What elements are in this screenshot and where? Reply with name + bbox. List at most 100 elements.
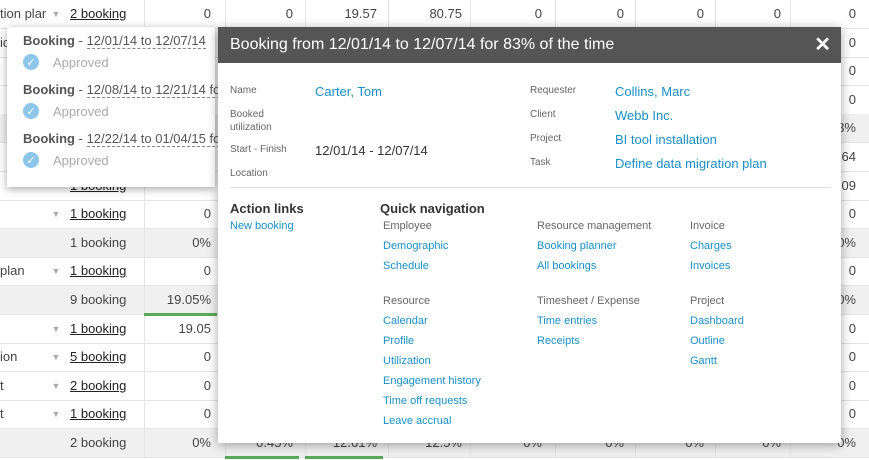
client-value[interactable]: Webb Inc. — [615, 108, 673, 123]
booking-details-popup: Booking from 12/01/14 to 12/07/14 for 83… — [218, 27, 841, 443]
chevron-down-icon[interactable]: ▼ — [50, 200, 62, 228]
quick-navigation-heading: Quick navigation — [380, 201, 485, 216]
value-cell: 0 — [790, 0, 862, 28]
booking-entry-dates[interactable]: 12/22/14 to 01/04/15 fo — [86, 131, 221, 147]
booking-entry-title: Booking — [23, 82, 75, 97]
booking-count: 9 booking — [70, 292, 127, 307]
requester-value[interactable]: Collins, Marc — [615, 84, 690, 99]
outline-link[interactable]: Outline — [690, 335, 725, 347]
check-circle-icon: ✓ — [23, 103, 39, 119]
check-circle-icon: ✓ — [23, 152, 39, 168]
chevron-down-icon[interactable]: ▼ — [50, 400, 62, 428]
invoices-link[interactable]: Invoices — [690, 260, 730, 272]
utilization-link[interactable]: Utilization — [383, 355, 431, 367]
row-name: plan — [0, 263, 25, 279]
booked-label: Booked — [230, 109, 264, 120]
project-value[interactable]: BI tool installation — [615, 132, 717, 147]
profile-link[interactable]: Profile — [383, 335, 414, 347]
value-cell: 19.57 — [305, 0, 383, 28]
resource-management-heading: Resource management — [537, 220, 652, 232]
value-cell: 0 — [144, 0, 217, 28]
demographic-link[interactable]: Demographic — [383, 240, 448, 252]
value-cell: 0 — [635, 0, 710, 28]
value-cell: 0% — [144, 228, 217, 257]
dashboard-link[interactable]: Dashboard — [690, 315, 744, 327]
booking-planner-link[interactable]: Booking planner — [537, 240, 617, 252]
progress-underline — [305, 456, 383, 459]
project-label: Project — [530, 133, 562, 144]
schedule-link[interactable]: Schedule — [383, 260, 429, 272]
booking-status: Approved — [53, 152, 109, 168]
chevron-down-icon[interactable]: ▼ — [50, 257, 62, 285]
booking-status: Approved — [53, 54, 109, 70]
time-entries-link[interactable]: Time entries — [537, 315, 597, 327]
value-cell: 0 — [144, 371, 217, 400]
chevron-down-icon[interactable]: ▼ — [50, 315, 62, 343]
value-cell: 0 — [144, 343, 217, 372]
time-off-requests-link[interactable]: Time off requests — [383, 395, 467, 407]
action-links-heading: Action links — [230, 201, 304, 216]
utilization-label: utilization — [230, 122, 272, 133]
leave-accrual-link[interactable]: Leave accrual — [383, 415, 452, 427]
booking-list-popup: Booking - 12/01/14 to 12/07/14 ✓ Approved… — [7, 27, 221, 187]
task-value[interactable]: Define data migration plan — [615, 156, 767, 171]
table-row: tion plan ▼ 2 booking 0 0 19.57 80.75 0 0 0 0 0 — [0, 0, 869, 29]
progress-underline — [144, 313, 217, 316]
chevron-down-icon[interactable]: ▼ — [50, 343, 62, 371]
booking-count[interactable]: 5 booking — [70, 343, 144, 371]
booking-entry-dates[interactable]: 12/01/14 to 12/07/14 — [86, 33, 206, 49]
value-cell: 19.05% — [144, 286, 217, 314]
booking-count[interactable]: 2 booking — [70, 0, 144, 28]
booking-count[interactable]: 1 booking — [70, 400, 144, 428]
gantt-link[interactable]: Gantt — [690, 355, 717, 367]
calendar-link[interactable]: Calendar — [383, 315, 428, 327]
booking-entry-dates[interactable]: 12/08/14 to 12/21/14 fo — [86, 82, 221, 98]
chevron-down-icon[interactable] — [50, 286, 62, 314]
charges-link[interactable]: Charges — [690, 240, 732, 252]
booking-entry[interactable]: Booking - 12/01/14 to 12/07/14 ✓ Approved — [23, 33, 206, 70]
row-name — [0, 315, 46, 343]
row-name — [0, 229, 46, 257]
divider — [230, 187, 831, 188]
row-name: t — [0, 377, 4, 393]
row-name — [0, 286, 46, 314]
engagement-history-link[interactable]: Engagement history — [383, 375, 481, 387]
value-cell: 0 — [144, 400, 217, 429]
value-cell: 0 — [470, 0, 548, 28]
check-circle-icon: ✓ — [23, 54, 39, 70]
row-name: tion plan — [0, 6, 46, 21]
invoice-heading: Invoice — [690, 220, 725, 232]
location-label: Location — [230, 168, 268, 179]
booking-count[interactable]: 1 booking — [70, 257, 144, 285]
row-name: t — [0, 406, 4, 422]
booking-entry-title: Booking — [23, 131, 75, 146]
start-finish-label: Start - Finish — [230, 144, 287, 155]
chevron-down-icon[interactable] — [50, 229, 62, 257]
row-name — [0, 429, 46, 457]
close-icon[interactable]: ✕ — [814, 27, 831, 63]
name-label: Name — [230, 85, 257, 96]
value-cell: 0% — [144, 429, 217, 457]
booking-entry[interactable]: Booking - 12/08/14 to 12/21/14 fo ✓ Appro… — [23, 82, 221, 119]
booking-count[interactable]: 2 booking — [70, 372, 144, 400]
booking-count: 1 booking — [70, 234, 127, 250]
resource-heading: Resource — [383, 295, 431, 307]
chevron-down-icon[interactable]: ▼ — [50, 372, 62, 400]
booking-count[interactable]: 1 booking — [70, 200, 144, 228]
booking-count: 2 booking — [70, 435, 127, 450]
receipts-link[interactable]: Receipts — [537, 335, 580, 347]
chevron-down-icon[interactable]: ▼ — [50, 0, 62, 28]
value-cell: 19.05 — [144, 314, 217, 343]
booking-entry-title: Booking — [23, 33, 75, 48]
value-cell: 0 — [715, 0, 787, 28]
booking-entry[interactable]: Booking - 12/22/14 to 01/04/15 fo ✓ Appro… — [23, 131, 221, 168]
new-booking-link[interactable]: New booking — [230, 220, 294, 232]
start-finish-value: 12/01/14 - 12/07/14 — [315, 143, 428, 158]
name-value[interactable]: Carter, Tom — [315, 84, 382, 99]
all-bookings-link[interactable]: All bookings — [537, 260, 596, 272]
chevron-down-icon[interactable] — [50, 429, 62, 457]
task-label: Task — [530, 157, 551, 168]
booking-count[interactable]: 1 booking — [70, 315, 144, 343]
timesheet-expense-heading: Timesheet / Expense — [537, 295, 640, 307]
row-name: ion — [0, 349, 18, 365]
